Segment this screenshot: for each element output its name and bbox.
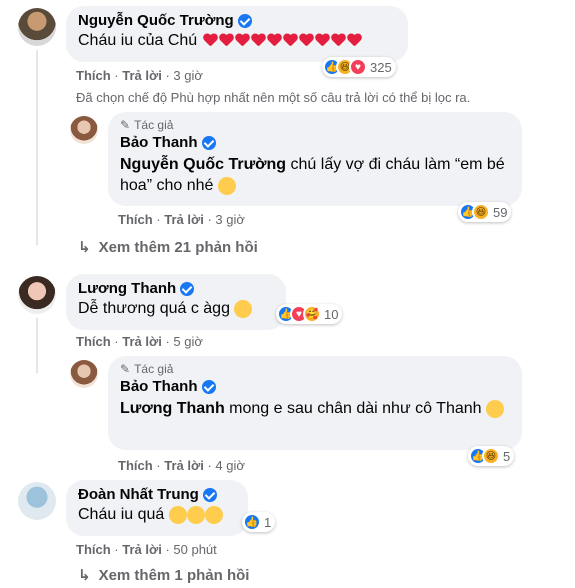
reply-arrow-icon: ↳ <box>78 239 91 256</box>
like-button[interactable]: Thích <box>76 68 111 83</box>
comment-text: Dễ thương quá c àgg <box>78 300 230 317</box>
hearts-emoji-row <box>203 34 363 48</box>
comment-actions: Thích · Trả lời · 50 phút <box>76 542 217 557</box>
reply-button[interactable]: Trả lời <box>122 334 162 349</box>
timestamp[interactable]: 50 phút <box>173 542 216 557</box>
timestamp[interactable]: 3 giờ <box>173 68 203 83</box>
smiling-hearts-emoji-icon <box>186 505 205 524</box>
view-more-label: Xem thêm 1 phản hồi <box>98 566 250 584</box>
reaction-summary[interactable]: 👍 1 <box>242 512 276 532</box>
smiling-hearts-emoji-icon <box>204 505 223 524</box>
reply-button[interactable]: Trả lời <box>164 212 204 227</box>
view-more-replies-link[interactable]: ↳ Xem thêm 1 phản hồi <box>78 566 250 585</box>
mention-link[interactable]: Nguyễn Quốc Trường <box>120 156 286 173</box>
reply-button[interactable]: Trả lời <box>122 68 162 83</box>
haha-icon: 😆 <box>472 203 490 221</box>
reaction-count: 5 <box>503 448 511 464</box>
reply-bubble: ✎ Tác giả Bảo Thanh Nguyễn Quốc Trường ch… <box>108 112 522 206</box>
like-icon: 👍 <box>243 513 261 531</box>
comment-actions: Thích · Trả lời · 4 giờ <box>118 458 245 473</box>
comment-text: Cháu iu quá <box>78 506 165 523</box>
reply-bubble: ✎ Tác giả Bảo Thanh Lương Thanh mong e sa… <box>108 356 522 450</box>
reply-arrow-icon: ↳ <box>78 567 91 584</box>
comment-bubble: Lương Thanh Dễ thương quá c àgg <box>66 274 286 330</box>
love-icon: ♥ <box>349 58 367 76</box>
verified-badge-icon <box>237 13 252 28</box>
heart-emoji-icon <box>347 34 362 48</box>
like-button[interactable]: Thích <box>76 542 111 557</box>
avatar[interactable] <box>70 116 98 144</box>
avatar[interactable] <box>70 360 98 388</box>
heart-emoji-icon <box>235 34 250 48</box>
view-more-label: Xem thêm 21 phản hồi <box>98 238 258 256</box>
pen-icon: ✎ <box>120 362 131 376</box>
comment-text: mong e sau chân dài như cô Thanh <box>224 400 482 417</box>
reaction-count: 10 <box>324 306 339 322</box>
heart-emoji-icon <box>219 34 234 48</box>
heart-emoji-icon <box>283 34 298 48</box>
commenter-name[interactable]: Đoàn Nhất Trung <box>78 486 199 503</box>
reaction-count: 59 <box>493 204 508 220</box>
heart-emoji-icon <box>267 34 282 48</box>
author-tag: Tác giả <box>134 118 174 132</box>
avatar[interactable] <box>18 482 56 520</box>
verified-badge-icon <box>201 379 216 394</box>
reply-button[interactable]: Trả lời <box>164 458 204 473</box>
view-more-replies-link[interactable]: ↳ Xem thêm 21 phản hồi <box>78 238 258 257</box>
like-button[interactable]: Thích <box>118 458 153 473</box>
reaction-summary[interactable]: 👍 😆 5 <box>468 446 515 466</box>
mention-link[interactable]: Lương Thanh <box>120 400 225 417</box>
comment-text: Cháu iu của Chú <box>78 32 198 49</box>
smiling-hearts-emoji-icon <box>234 299 253 318</box>
verified-badge-icon <box>180 281 195 296</box>
heart-emoji-icon <box>331 34 346 48</box>
comment-actions: Thích · Trả lời · 3 giờ <box>76 68 203 83</box>
comment-actions: Thích · Trả lời · 5 giờ <box>76 334 203 349</box>
avatar[interactable] <box>18 276 56 314</box>
heart-emoji-icon <box>315 34 330 48</box>
comment-actions: Thích · Trả lời · 3 giờ <box>118 212 245 227</box>
reaction-summary[interactable]: 👍 😆 59 <box>458 202 512 222</box>
reaction-count: 1 <box>264 514 272 530</box>
reaction-summary[interactable]: 👍 ♥ 🥰 10 <box>276 304 343 324</box>
heart-emoji-icon <box>299 34 314 48</box>
heart-eyes-emoji-icon <box>485 399 504 418</box>
thread-line <box>36 318 38 373</box>
care-icon: 🥰 <box>303 305 321 323</box>
heart-eyes-emoji-icon <box>217 176 236 195</box>
thread-line <box>36 50 38 245</box>
commenter-name[interactable]: Bảo Thanh <box>120 378 198 395</box>
avatar[interactable] <box>18 8 56 46</box>
commenter-name[interactable]: Nguyễn Quốc Trường <box>78 12 234 29</box>
haha-icon: 😆 <box>482 447 500 465</box>
pen-icon: ✎ <box>120 118 131 132</box>
timestamp[interactable]: 4 giờ <box>215 458 245 473</box>
comment-bubble: Nguyễn Quốc Trường Cháu iu của Chú <box>66 6 408 62</box>
filter-notice: Đã chọn chế độ Phù hợp nhất nên một số c… <box>76 90 471 105</box>
verified-badge-icon <box>202 487 217 502</box>
commenter-name[interactable]: Bảo Thanh <box>120 134 198 151</box>
heart-emoji-icon <box>251 34 266 48</box>
timestamp[interactable]: 3 giờ <box>215 212 245 227</box>
author-tag: Tác giả <box>134 362 174 376</box>
reaction-count: 325 <box>370 59 392 75</box>
heart-emoji-icon <box>203 34 218 48</box>
reply-button[interactable]: Trả lời <box>122 542 162 557</box>
smiling-hearts-emoji-icon <box>168 505 187 524</box>
timestamp[interactable]: 5 giờ <box>173 334 203 349</box>
like-button[interactable]: Thích <box>76 334 111 349</box>
verified-badge-icon <box>201 135 216 150</box>
comment-bubble: Đoàn Nhất Trung Cháu iu quá <box>66 480 248 536</box>
like-button[interactable]: Thích <box>118 212 153 227</box>
commenter-name[interactable]: Lương Thanh <box>78 280 176 297</box>
reaction-summary[interactable]: 👍 😆 ♥ 325 <box>322 57 396 77</box>
